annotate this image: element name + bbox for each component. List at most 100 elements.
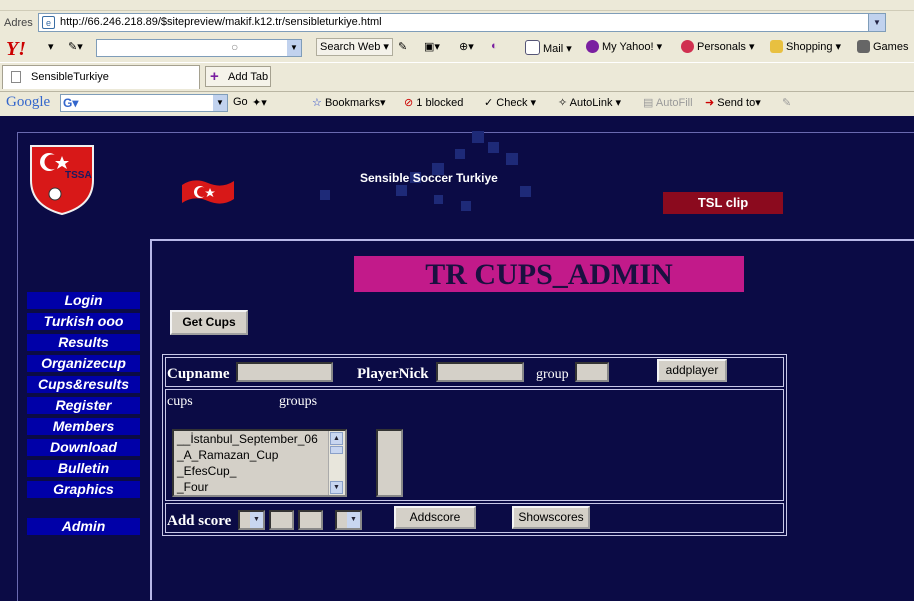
nav-graphics[interactable]: Graphics <box>27 481 140 498</box>
cups-listbox[interactable]: __İstanbul_September_06 _A_Ramazan_Cup _… <box>172 429 347 497</box>
scroll-up-icon[interactable]: ▲ <box>330 432 343 445</box>
pencil-icon[interactable]: ✎ <box>782 96 791 109</box>
score1-input[interactable] <box>269 510 294 530</box>
chevron-down-icon[interactable]: ▼ <box>213 95 227 111</box>
google-go-button[interactable]: Go <box>233 96 248 108</box>
sendto-label: Send to <box>717 97 756 109</box>
highlight-icon[interactable]: ✎ <box>398 40 407 53</box>
cupname-input[interactable] <box>236 362 333 382</box>
side-nav: Login Turkish ooo Results Organizecup Cu… <box>27 292 140 502</box>
bookmarks-button[interactable]: ☆ Bookmarks▾ <box>312 96 386 109</box>
nav-login[interactable]: Login <box>27 292 140 309</box>
decor-square <box>488 142 499 153</box>
my-yahoo-label: My Yahoo! <box>602 41 654 53</box>
scroll-thumb[interactable] <box>330 446 343 454</box>
add-tab-button[interactable]: + Add Tab <box>205 66 271 87</box>
pencil-icon[interactable]: ✎▾ <box>68 40 83 53</box>
shopping-label: Shopping <box>786 41 833 53</box>
yahoo-games[interactable]: Games <box>857 40 908 53</box>
envelope-icon <box>525 40 540 55</box>
yahoo-toolbar: Y! ▾ ✎▾ ○ ▼ Search Web ▾ ✎ ▣▾ ⊕▾ ◐ Mail … <box>0 35 914 61</box>
yahoo-logo[interactable]: Y! <box>6 38 26 61</box>
google-search-input[interactable]: G▾ ▼ <box>60 94 228 112</box>
cup-option[interactable]: _Four <box>174 479 345 495</box>
scroll-down-icon[interactable]: ▼ <box>330 481 343 494</box>
blocked-icon: ⊘ <box>404 97 414 109</box>
player1-select[interactable]: ▼ <box>238 510 265 530</box>
decor-square <box>396 185 407 196</box>
cup-option[interactable]: __İstanbul_September_06 <box>174 431 345 447</box>
decor-square <box>472 131 484 143</box>
group-label: group <box>536 367 569 382</box>
yahoo-mail[interactable]: Mail ▾ <box>525 40 572 55</box>
go-label: Go <box>233 96 248 108</box>
star-icon: ☆ <box>312 97 322 109</box>
nav-cups-results[interactable]: Cups&results <box>27 376 140 393</box>
groups-listbox[interactable] <box>376 429 403 497</box>
chevron-down-icon[interactable]: ▼ <box>287 40 301 56</box>
form-icon: ▤ <box>643 97 654 109</box>
check-label: Check <box>496 97 528 109</box>
chevron-down-icon[interactable]: ▼ <box>868 14 885 31</box>
yahoo-search-input[interactable]: ○ ▼ <box>96 39 302 57</box>
decor-square <box>455 149 465 159</box>
nav-bulletin[interactable]: Bulletin <box>27 460 140 477</box>
page-icon <box>11 71 21 83</box>
cup-option[interactable]: _A_Ramazan_Cup <box>174 447 345 463</box>
blocked-label: 1 blocked <box>416 97 464 109</box>
search-web-label: Search Web <box>320 41 381 53</box>
joystick-icon <box>857 40 870 53</box>
nav-turkish[interactable]: Turkish ooo <box>27 313 140 330</box>
address-input[interactable]: e http://66.246.218.89/$sitepreview/maki… <box>38 13 886 32</box>
yahoo-shopping[interactable]: Shopping ▾ <box>770 40 841 53</box>
logo-text: TSSA <box>65 170 92 181</box>
spellcheck-button[interactable]: ✓ Check ▾ <box>484 96 536 109</box>
nav-organizecup[interactable]: Organizecup <box>27 355 140 372</box>
autolink-label: AutoLink <box>569 97 613 109</box>
chevron-down-icon[interactable]: ▾ <box>48 40 54 53</box>
nav-register[interactable]: Register <box>27 397 140 414</box>
spellcheck-icon: ✓ <box>484 97 494 109</box>
nav-results[interactable]: Results <box>27 334 140 351</box>
get-cups-button[interactable]: Get Cups <box>170 310 248 335</box>
puzzle-icon[interactable]: ✦▾ <box>252 96 267 109</box>
yahoo-personals[interactable]: Personals ▾ <box>681 40 755 53</box>
headphones-icon[interactable]: ◐ <box>491 40 498 52</box>
nav-members[interactable]: Members <box>27 418 140 435</box>
playernick-input[interactable] <box>436 362 524 382</box>
personals-label: Personals <box>697 41 746 53</box>
tsl-clip-button[interactable]: TSL clip <box>663 192 783 214</box>
tab-bar: SensibleTurkiye + Add Tab <box>0 62 914 92</box>
showscores-button[interactable]: Showscores <box>512 506 590 529</box>
autolink-button[interactable]: ✧ AutoLink ▾ <box>558 96 621 109</box>
google-logo[interactable]: Google <box>6 94 50 111</box>
cupname-label: Cupname <box>167 366 230 382</box>
group-input[interactable] <box>575 362 609 382</box>
nav-download[interactable]: Download <box>27 439 140 456</box>
add-score-label: Add score <box>167 513 232 529</box>
popup-blocker-button[interactable]: ⊘ 1 blocked <box>404 96 463 109</box>
listbox-scrollbar[interactable]: ▲ ▼ <box>328 431 345 495</box>
search-web-button[interactable]: Search Web ▾ <box>316 38 393 56</box>
score2-input[interactable] <box>298 510 323 530</box>
cup-option[interactable]: _EfesCup_ <box>174 463 345 479</box>
tab-label: SensibleTurkiye <box>31 71 109 83</box>
autofill-button[interactable]: ▤ AutoFill <box>643 96 693 109</box>
globe-icon[interactable]: ⊕▾ <box>459 40 474 53</box>
bookmarks-label: Bookmarks <box>324 97 380 109</box>
autofill-label: AutoFill <box>655 97 693 109</box>
browser-chrome: Adres e http://66.246.218.89/$siteprevie… <box>0 0 914 116</box>
player2-select[interactable]: ▼ <box>335 510 362 530</box>
address-url: http://66.246.218.89/$sitepreview/makif.… <box>60 16 382 28</box>
site-title: Sensible Soccer Turkiye <box>360 171 498 185</box>
decor-square <box>520 186 531 197</box>
window-icon[interactable]: ▣▾ <box>424 40 440 53</box>
addplayer-button[interactable]: addplayer <box>657 359 727 382</box>
my-yahoo[interactable]: My Yahoo! ▾ <box>586 40 662 53</box>
nav-admin[interactable]: Admin <box>27 518 140 535</box>
decor-square <box>506 153 518 165</box>
tab-sensibleturkiye[interactable]: SensibleTurkiye <box>2 65 200 89</box>
decor-square <box>461 201 471 211</box>
addscore-button[interactable]: Addscore <box>394 506 476 529</box>
sendto-button[interactable]: ➜ Send to▾ <box>705 96 761 109</box>
